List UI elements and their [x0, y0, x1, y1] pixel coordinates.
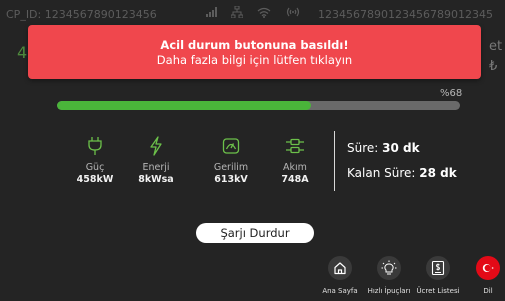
cp-id-text: CP_ID: 1234567890123456 — [6, 8, 157, 21]
metric-energy: Enerji 8kWsa — [121, 136, 191, 185]
background-text: et ₺ — [489, 37, 502, 77]
nav-label: Dil — [483, 287, 493, 295]
duration-value: 30 dk — [382, 141, 420, 155]
metric-value: 748A — [281, 174, 309, 185]
charge-progress-fill — [57, 101, 311, 110]
nav-home[interactable]: Ana Sayfa — [312, 256, 368, 295]
remaining-time-line: Kalan Süre: 28 dk — [347, 166, 457, 180]
metric-label: Akım — [283, 162, 307, 173]
metric-value: 8kWsa — [138, 174, 174, 185]
remaining-label: Kalan Süre: — [347, 166, 416, 180]
progress-percent: %68 — [440, 88, 463, 99]
lightbulb-icon — [377, 256, 401, 280]
gauge-icon — [196, 136, 266, 156]
alert-subtitle: Daha fazla bilgi için lütfen tıklayın — [156, 53, 353, 67]
status-bar: CP_ID: 1234567890123456 1234567890123456… — [0, 0, 505, 26]
metric-label: Gerilim — [213, 162, 249, 173]
signal-icon — [206, 7, 217, 17]
price-list-icon — [426, 256, 450, 280]
plug-icon — [60, 136, 130, 156]
device-id-text: 1234567890123456789012345 — [318, 8, 493, 21]
broadcast-icon — [285, 6, 301, 18]
nav-label: Ücret Listesi — [416, 287, 460, 295]
metrics-divider — [334, 131, 335, 191]
charging-screen: CP_ID: 1234567890123456 1234567890123456… — [0, 0, 505, 301]
metric-label: Enerji — [142, 162, 170, 173]
stop-charging-button[interactable]: Şarjı Durdur — [196, 223, 314, 243]
background-text-line2: ₺ — [489, 59, 498, 74]
remaining-value: 28 dk — [419, 166, 457, 180]
nav-language[interactable]: Dil — [460, 256, 505, 295]
charge-progress-bar — [57, 101, 460, 110]
duration-label: Süre: — [347, 141, 379, 155]
network-icon — [231, 6, 243, 18]
nav-price-list[interactable]: Ücret Listesi — [410, 256, 466, 295]
home-icon — [328, 256, 352, 280]
background-text-line1: et — [489, 39, 503, 54]
metric-label: Güç — [85, 162, 105, 173]
wifi-icon — [257, 7, 271, 18]
duration-line: Süre: 30 dk — [347, 141, 420, 155]
emergency-alert-banner[interactable]: Acil durum butonuna basıldı! Daha fazla … — [28, 25, 481, 79]
current-icon — [260, 136, 330, 156]
metric-value: 613kV — [214, 174, 248, 185]
metric-voltage: Gerilim 613kV — [196, 136, 266, 185]
metric-current: Akım 748A — [260, 136, 330, 185]
metric-value: 458kW — [76, 174, 114, 185]
bolt-icon — [121, 136, 191, 156]
metric-power: Güç 458kW — [60, 136, 130, 185]
alert-title: Acil durum butonuna basıldı! — [160, 38, 349, 52]
turkey-flag-icon — [476, 256, 500, 280]
nav-label: Hızlı İpuçları — [367, 287, 411, 295]
nav-quick-tips[interactable]: Hızlı İpuçları — [361, 256, 417, 295]
background-glyph: 4 — [17, 43, 28, 62]
status-icons — [206, 6, 301, 18]
nav-label: Ana Sayfa — [322, 287, 358, 295]
